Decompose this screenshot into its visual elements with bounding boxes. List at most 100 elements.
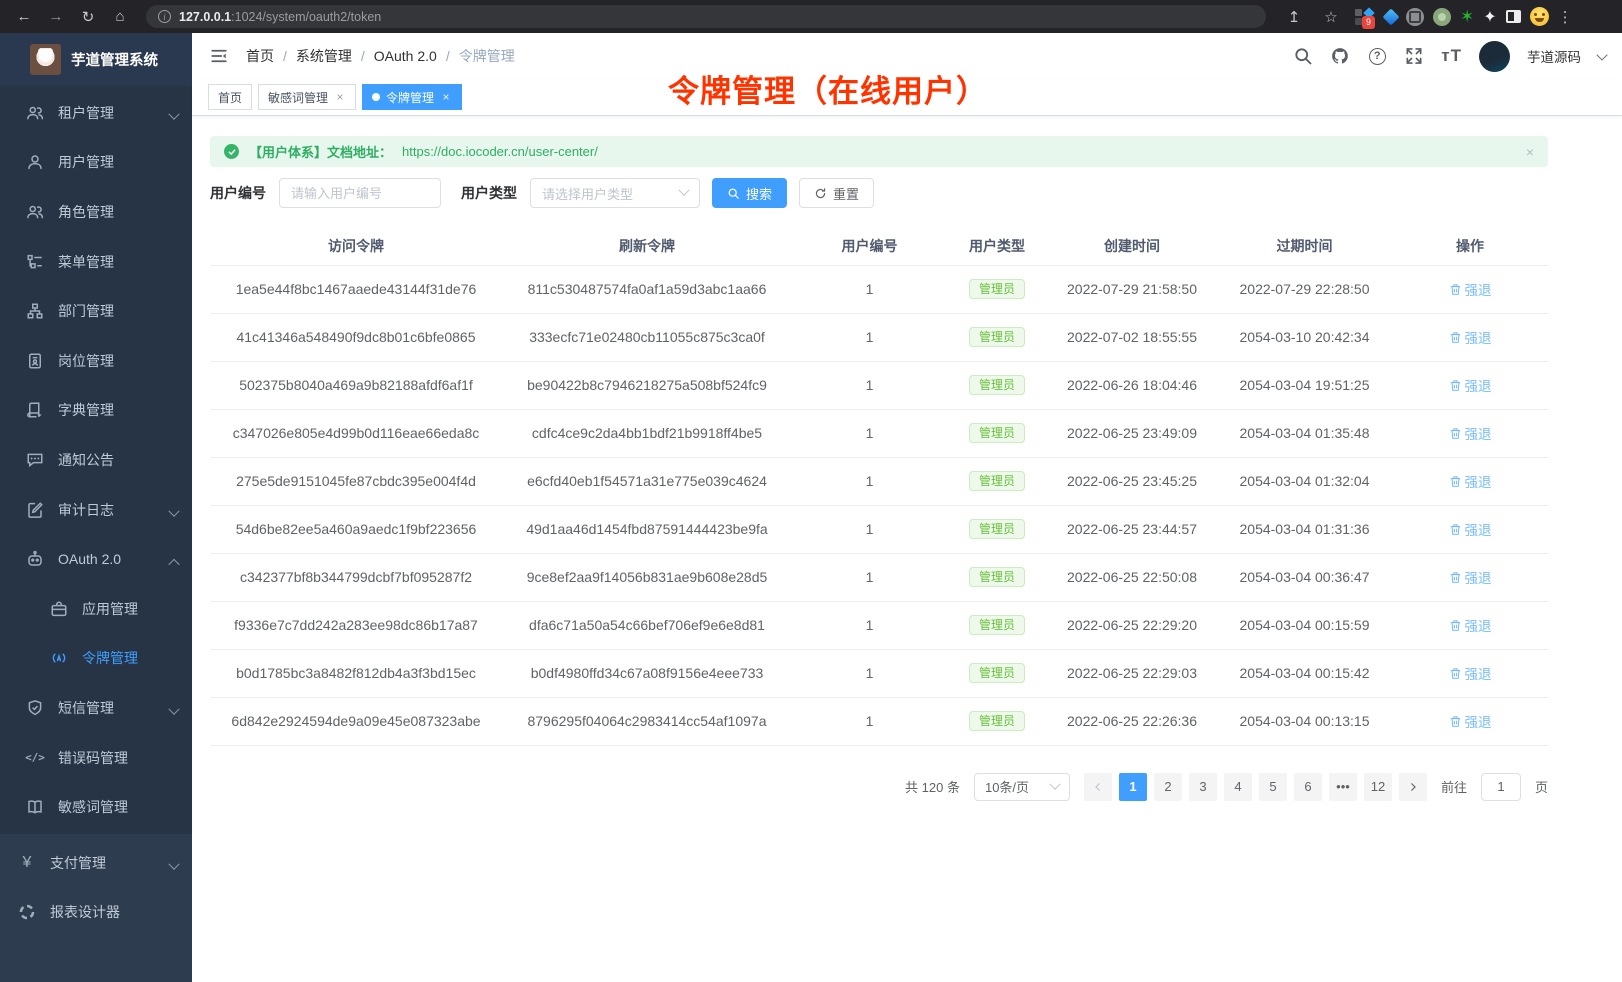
command-extension-icon[interactable] <box>1406 8 1424 26</box>
browser-menu-icon[interactable]: ⋮ <box>1558 8 1570 26</box>
user-id-input[interactable] <box>279 178 441 208</box>
next-page-icon[interactable] <box>1399 773 1427 801</box>
force-logout-button[interactable]: 强退 <box>1449 711 1492 731</box>
doc-link[interactable]: https://doc.iocoder.cn/user-center/ <box>402 144 598 159</box>
sidebar-item-tenant[interactable]: 租户管理 <box>0 88 192 138</box>
force-logout-button[interactable]: 强退 <box>1449 279 1492 299</box>
reset-button[interactable]: 重置 <box>799 178 874 208</box>
user-name[interactable]: 芋道源码 <box>1527 46 1581 66</box>
diamond-extension-icon[interactable] <box>1383 8 1400 25</box>
breadcrumb-system[interactable]: 系统管理 <box>296 46 352 66</box>
table-row: f9336e7c7dd242a283ee98dc86b17a87dfa6c71a… <box>210 601 1548 649</box>
page-ellipsis[interactable]: ••• <box>1329 773 1357 801</box>
tab-token-management[interactable]: 令牌管理× <box>362 84 462 110</box>
sidebar-item-oauth-app[interactable]: 应用管理 <box>0 584 192 634</box>
home-icon[interactable]: ⌂ <box>106 5 134 29</box>
chevron-down-icon <box>170 858 180 868</box>
user-icon <box>26 153 44 171</box>
close-icon[interactable]: × <box>440 90 452 104</box>
alert-close-icon[interactable]: × <box>1526 144 1534 160</box>
user-id-cell: 1 <box>792 553 947 601</box>
sidebar-item-sms[interactable]: 短信管理 <box>0 683 192 733</box>
shield-check-icon <box>26 699 44 717</box>
sidebar-item-oauth-token[interactable]: 令牌管理 <box>0 634 192 684</box>
breadcrumb-home[interactable]: 首页 <box>246 46 274 66</box>
refresh-token-cell: 9ce8ef2aa9f14056b831ae9b608e28d5 <box>502 553 792 601</box>
help-icon[interactable]: ? <box>1367 46 1387 66</box>
pagination: 共 120 条 10条/页 1 2 3 4 5 6 ••• 12 <box>210 773 1548 821</box>
force-logout-button[interactable]: 强退 <box>1449 567 1492 587</box>
extensions-cluster-icon[interactable]: 9 <box>1354 6 1376 28</box>
hamburger-icon[interactable] <box>208 47 230 65</box>
site-info-icon[interactable]: i <box>158 10 171 23</box>
github-icon[interactable] <box>1330 46 1350 66</box>
page-button-5[interactable]: 5 <box>1259 773 1287 801</box>
force-logout-button[interactable]: 强退 <box>1449 423 1492 443</box>
page-size-select[interactable]: 10条/页 <box>974 773 1070 801</box>
force-logout-button[interactable]: 强退 <box>1449 375 1492 395</box>
page-button-12[interactable]: 12 <box>1364 773 1392 801</box>
briefcase-icon <box>50 600 68 618</box>
created-cell: 2022-07-02 18:55:55 <box>1047 313 1217 361</box>
refresh-token-cell: 49d1aa46d1454fbd87591444423be9fa <box>502 505 792 553</box>
trash-icon <box>1449 379 1462 392</box>
sidebar-item-role[interactable]: 角色管理 <box>0 187 192 237</box>
page-button-1[interactable]: 1 <box>1119 773 1147 801</box>
close-icon[interactable]: × <box>334 90 346 104</box>
white-star-extension-icon[interactable]: ✦ <box>1483 7 1496 27</box>
goto-page-input[interactable] <box>1481 773 1521 801</box>
profile-emoji-icon[interactable] <box>1530 7 1549 26</box>
breadcrumb-oauth[interactable]: OAuth 2.0 <box>374 48 437 64</box>
search-button[interactable]: 搜索 <box>712 178 787 208</box>
trash-icon <box>1449 619 1462 632</box>
green-star-extension-icon[interactable]: ✶ <box>1460 7 1474 27</box>
reload-icon[interactable]: ↻ <box>74 5 102 29</box>
sidebar-item-report-designer[interactable]: 报表设计器 <box>0 888 192 938</box>
page-button-3[interactable]: 3 <box>1189 773 1217 801</box>
user-type-badge: 管理员 <box>969 423 1025 443</box>
search-form: 用户编号 用户类型 请选择用户类型 搜索 重置 <box>210 178 1548 208</box>
share-icon[interactable]: ↥ <box>1280 5 1308 29</box>
user-avatar[interactable] <box>1479 41 1510 72</box>
sidebar-item-dept[interactable]: 部门管理 <box>0 286 192 336</box>
sidebar-item-sensitive[interactable]: 敏感词管理 <box>0 782 192 832</box>
forward-icon[interactable]: → <box>42 5 70 29</box>
font-size-icon[interactable] <box>1441 46 1462 66</box>
bookmark-star-icon[interactable]: ☆ <box>1317 5 1345 29</box>
user-type-select[interactable]: 请选择用户类型 <box>530 178 700 208</box>
page-button-6[interactable]: 6 <box>1294 773 1322 801</box>
sidebar-item-menu[interactable]: 菜单管理 <box>0 237 192 287</box>
force-logout-button[interactable]: 强退 <box>1449 327 1492 347</box>
sidebar-item-audit[interactable]: 审计日志 <box>0 485 192 535</box>
sidebar-item-errorcode[interactable]: </> 错误码管理 <box>0 733 192 783</box>
sidebar-item-oauth[interactable]: OAuth 2.0 <box>0 534 192 584</box>
app-logo[interactable]: 芋道管理系统 <box>0 33 192 86</box>
force-logout-button[interactable]: 强退 <box>1449 663 1492 683</box>
sidebar-item-notice[interactable]: 通知公告 <box>0 435 192 485</box>
user-caret-icon[interactable] <box>1596 49 1607 60</box>
side-panel-icon[interactable] <box>1506 10 1521 23</box>
sidebar-item-dict[interactable]: 字典管理 <box>0 386 192 436</box>
back-icon[interactable]: ← <box>10 5 38 29</box>
sidebar-item-user[interactable]: 用户管理 <box>0 138 192 188</box>
page-button-2[interactable]: 2 <box>1154 773 1182 801</box>
url-text: 127.0.0.1:1024/system/oauth2/token <box>179 10 381 24</box>
green-dot-extension-icon[interactable] <box>1433 8 1451 26</box>
force-logout-button[interactable]: 强退 <box>1449 519 1492 539</box>
sidebar-item-post[interactable]: 岗位管理 <box>0 336 192 386</box>
search-icon[interactable] <box>1293 46 1313 66</box>
expires-cell: 2054-03-04 01:31:36 <box>1217 505 1392 553</box>
force-logout-button[interactable]: 强退 <box>1449 615 1492 635</box>
user-id-cell: 1 <box>792 601 947 649</box>
fullscreen-icon[interactable] <box>1404 46 1424 66</box>
page-button-4[interactable]: 4 <box>1224 773 1252 801</box>
address-bar[interactable]: i 127.0.0.1:1024/system/oauth2/token <box>146 5 1266 28</box>
tab-home[interactable]: 首页 <box>208 84 252 110</box>
actions-cell: 强退 <box>1392 649 1548 697</box>
user-type-badge: 管理员 <box>969 279 1025 299</box>
col-expires: 过期时间 <box>1217 228 1392 265</box>
force-logout-button[interactable]: 强退 <box>1449 471 1492 491</box>
tab-sensitive-words[interactable]: 敏感词管理× <box>258 84 356 110</box>
table-row: 1ea5e44f8bc1467aaede43144f31de76811c5304… <box>210 265 1548 313</box>
sidebar-item-pay[interactable]: ¥ 支付管理 <box>0 838 192 888</box>
